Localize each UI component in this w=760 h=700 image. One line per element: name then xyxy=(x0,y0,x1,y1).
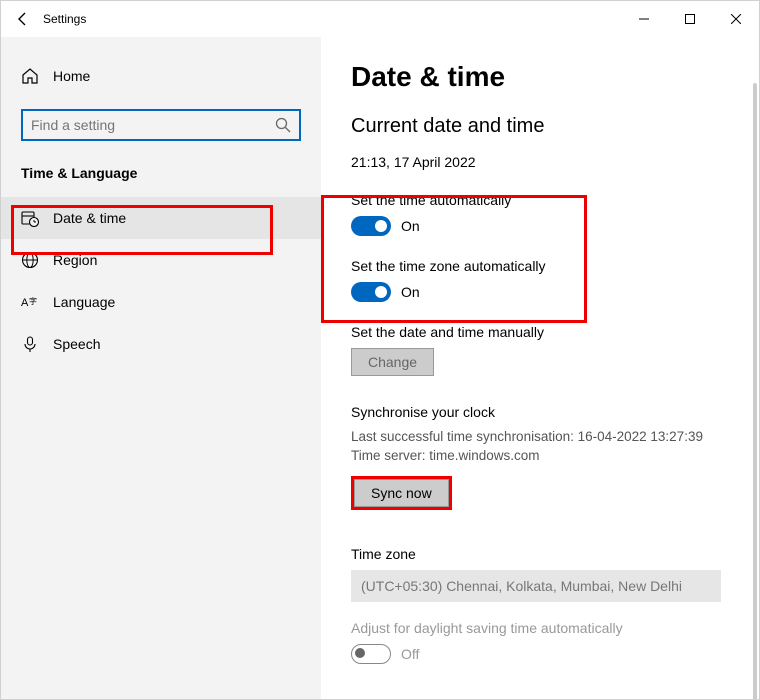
close-button[interactable] xyxy=(713,1,759,37)
calendar-clock-icon xyxy=(21,209,39,227)
sidebar-home-label: Home xyxy=(53,68,90,84)
sidebar-item-date-time[interactable]: Date & time xyxy=(1,197,321,239)
timezone-title: Time zone xyxy=(351,546,729,562)
sync-title: Synchronise your clock xyxy=(351,404,729,420)
sidebar-item-language[interactable]: A字 Language xyxy=(1,281,321,323)
sync-server: Time server: time.windows.com xyxy=(351,447,729,466)
dst-label: Adjust for daylight saving time automati… xyxy=(351,620,729,636)
back-button[interactable] xyxy=(9,1,37,37)
sidebar-home[interactable]: Home xyxy=(1,59,321,93)
sync-last: Last successful time synchronisation: 16… xyxy=(351,428,729,447)
section-current: Current date and time xyxy=(351,115,729,138)
dst-state: Off xyxy=(401,646,419,662)
change-button[interactable]: Change xyxy=(351,348,434,376)
sidebar: Home Time & Language Date & time Regi xyxy=(1,37,321,699)
auto-tz-state: On xyxy=(401,284,420,300)
content-pane: Date & time Current date and time 21:13,… xyxy=(321,37,759,699)
current-datetime: 21:13, 17 April 2022 xyxy=(351,154,729,170)
maximize-button[interactable] xyxy=(667,1,713,37)
sidebar-item-label: Date & time xyxy=(53,210,126,226)
manual-label: Set the date and time manually xyxy=(351,324,729,340)
auto-time-label: Set the time automatically xyxy=(351,192,729,208)
auto-time-state: On xyxy=(401,218,420,234)
sidebar-item-label: Speech xyxy=(53,336,100,352)
auto-tz-label: Set the time zone automatically xyxy=(351,258,729,274)
search-icon xyxy=(275,117,291,133)
window-body: Home Time & Language Date & time Regi xyxy=(1,37,759,699)
page-title: Date & time xyxy=(351,61,729,93)
sidebar-item-label: Region xyxy=(53,252,97,268)
microphone-icon xyxy=(21,335,39,353)
svg-text:A: A xyxy=(21,297,29,309)
titlebar: Settings xyxy=(1,1,759,37)
minimize-button[interactable] xyxy=(621,1,667,37)
sidebar-category: Time & Language xyxy=(1,159,321,197)
auto-time-toggle[interactable] xyxy=(351,216,391,236)
auto-tz-toggle[interactable] xyxy=(351,282,391,302)
highlight-box-sync: Sync now xyxy=(351,476,452,510)
search-box[interactable] xyxy=(21,109,301,141)
timezone-select[interactable]: (UTC+05:30) Chennai, Kolkata, Mumbai, Ne… xyxy=(351,570,721,602)
sidebar-item-label: Language xyxy=(53,294,115,310)
sidebar-item-region[interactable]: Region xyxy=(1,239,321,281)
sidebar-item-speech[interactable]: Speech xyxy=(1,323,321,365)
search-input[interactable] xyxy=(31,117,275,133)
sync-now-button[interactable]: Sync now xyxy=(354,479,449,507)
window-title: Settings xyxy=(43,12,621,26)
dst-toggle xyxy=(351,644,391,664)
scrollbar[interactable] xyxy=(753,83,757,699)
language-icon: A字 xyxy=(21,293,39,311)
home-icon xyxy=(21,67,39,85)
svg-text:字: 字 xyxy=(29,296,37,306)
settings-window: Settings Home Time & Language xyxy=(0,0,760,700)
globe-icon xyxy=(21,251,39,269)
